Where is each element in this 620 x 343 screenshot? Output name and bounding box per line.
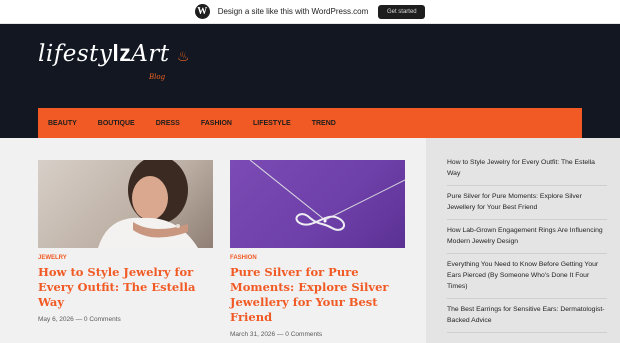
wordpress-promo-text: Design a site like this with WordPress.c… [217, 7, 369, 16]
post-meta: March 31, 2026 — 0 Comments [230, 331, 323, 338]
sidebar-post-link[interactable]: How Lab-Grown Engagement Rings Are Influ… [447, 220, 607, 254]
post-title[interactable]: Pure Silver for Pure Moments: Explore Si… [230, 265, 405, 325]
primary-nav: BEAUTY BOUTIQUE DRESS FASHION LIFESTYLE … [38, 108, 582, 138]
post-title[interactable]: How to Style Jewelry for Every Outfit: T… [38, 265, 213, 310]
sidebar-post-link[interactable]: Pure Silver for Pure Moments: Explore Si… [447, 186, 607, 220]
post-date[interactable]: March 31, 2026 [230, 331, 275, 338]
nav-item-fashion[interactable]: FASHION [201, 120, 232, 127]
wordpress-promo-bar: W Design a site like this with WordPress… [0, 0, 620, 24]
wordpress-logo-icon[interactable]: W [194, 4, 210, 19]
nav-item-lifestyle[interactable]: LIFESTYLE [253, 120, 291, 127]
post-date[interactable]: May 6, 2026 [38, 316, 74, 323]
nav-item-dress[interactable]: DRESS [156, 120, 180, 127]
sidebar-post-link[interactable]: How to Style Jewelry for Every Outfit: T… [447, 152, 607, 186]
sidebar-recent-posts: How to Style Jewelry for Every Outfit: T… [426, 138, 620, 343]
post-category[interactable]: JEWELRY [38, 255, 213, 261]
post-comments[interactable]: 0 Comments [285, 331, 322, 338]
nav-item-boutique[interactable]: BOUTIQUE [98, 120, 135, 127]
post-comments[interactable]: 0 Comments [84, 316, 121, 323]
get-started-button[interactable]: Get started [378, 4, 426, 19]
post-thumbnail[interactable] [38, 160, 213, 248]
sidebar-post-link[interactable]: The Best Earrings for Sensitive Ears: De… [447, 299, 607, 333]
site-logo[interactable]: lifestylzArt [38, 40, 170, 67]
flame-icon: ♨ [177, 48, 190, 64]
post-card: FASHION Pure Silver for Pure Moments: Ex… [230, 160, 405, 338]
post-meta: May 6, 2026 — 0 Comments [38, 316, 121, 323]
main-content: JEWELRY How to Style Jewelry for Every O… [0, 138, 426, 343]
sidebar-post-link[interactable]: Everything You Need to Know Before Getti… [447, 254, 607, 299]
nav-item-beauty[interactable]: BEAUTY [48, 120, 77, 127]
post-category[interactable]: FASHION [230, 255, 405, 261]
nav-item-trend[interactable]: TREND [312, 120, 336, 127]
post-card: JEWELRY How to Style Jewelry for Every O… [38, 160, 213, 323]
logo-subtitle: Blog [149, 73, 166, 81]
post-thumbnail[interactable] [230, 160, 405, 248]
